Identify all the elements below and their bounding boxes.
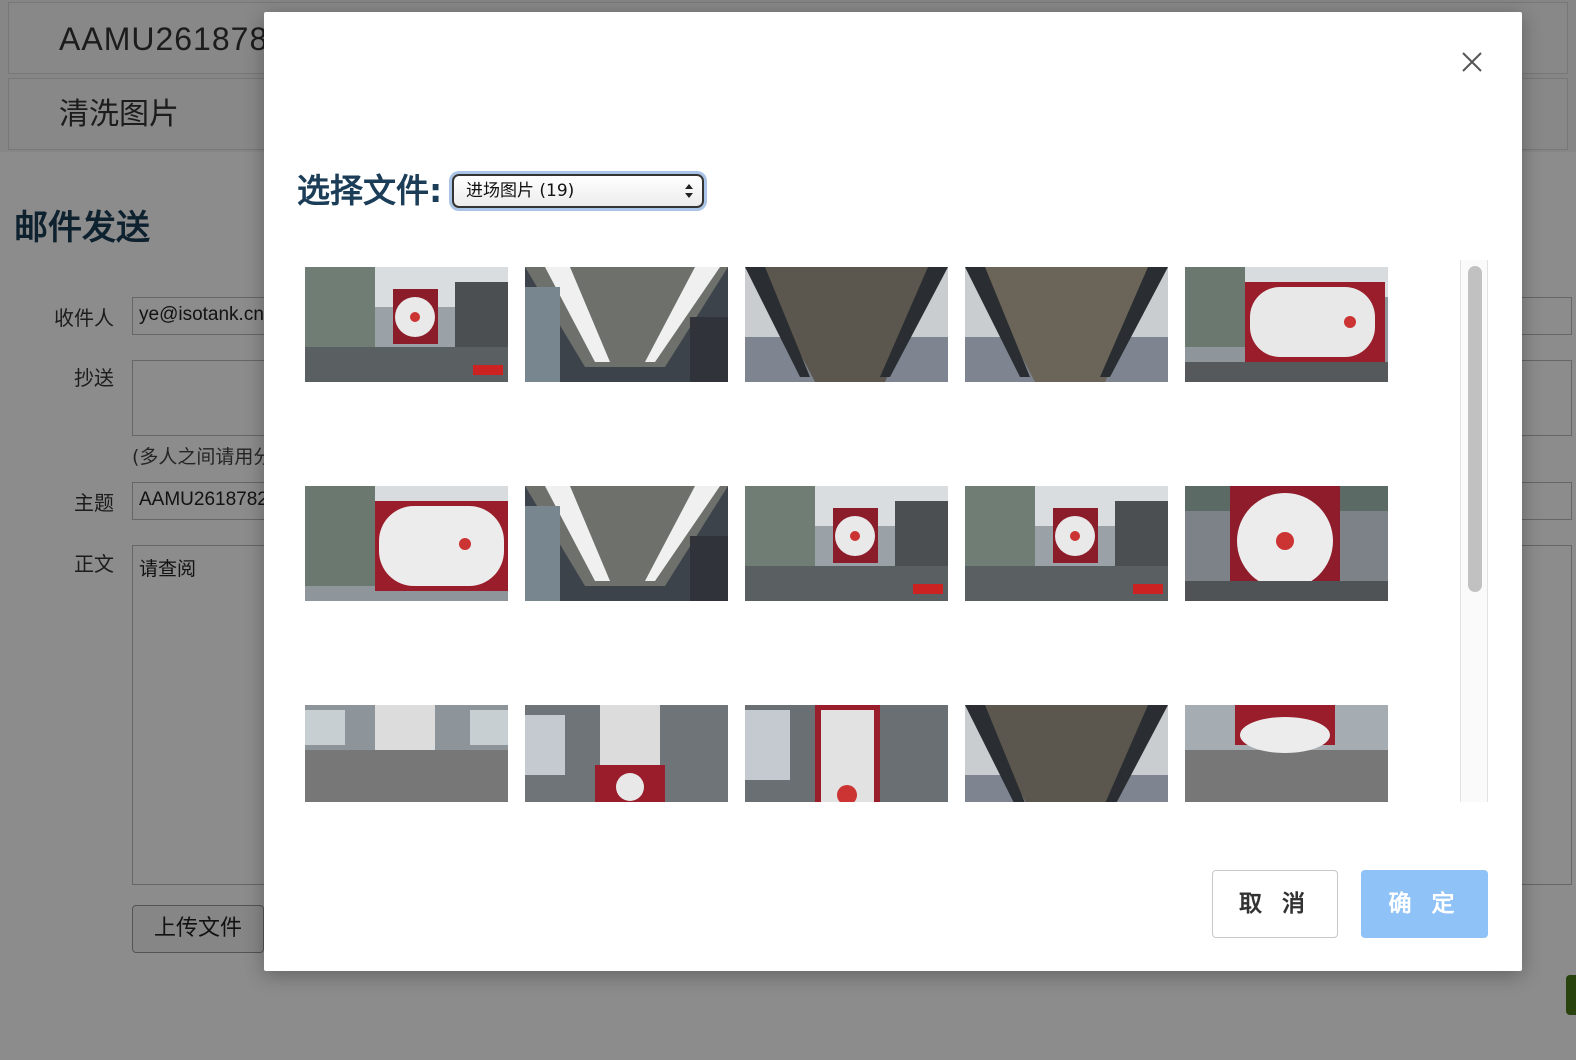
tank-rear-image	[745, 486, 948, 601]
underside-building-image	[965, 705, 1168, 802]
underside-image	[525, 267, 728, 382]
select-arrows-icon	[685, 184, 693, 198]
close-icon[interactable]	[1460, 50, 1484, 74]
photo-thumbnail-12[interactable]	[525, 705, 728, 802]
photo-thumbnail-4[interactable]	[965, 267, 1168, 382]
tank-end-partial-image	[1185, 705, 1388, 802]
cancel-button[interactable]: 取 消	[1212, 870, 1338, 938]
select-file-dialog: 选择文件: 进场图片 (19) 取 消 确 定	[264, 12, 1522, 971]
top-view-red-image	[745, 705, 948, 802]
photo-thumbnail-5[interactable]	[1185, 267, 1388, 382]
tank-rear-image	[965, 486, 1168, 601]
gallery-scrollbar[interactable]	[1460, 260, 1488, 802]
file-type-select-value: 进场图片 (19)	[466, 181, 575, 201]
file-type-select[interactable]: 进场图片 (19)	[452, 174, 704, 208]
confirm-button[interactable]: 确 定	[1361, 870, 1488, 938]
photo-thumbnail-3[interactable]	[745, 267, 948, 382]
tank-side-image	[1185, 267, 1388, 382]
photo-thumbnail-10[interactable]	[1185, 486, 1388, 601]
select-file-label: 选择文件:	[297, 171, 443, 210]
thumbnail-gallery[interactable]	[305, 267, 1490, 802]
tank-rear-image	[305, 267, 508, 382]
top-view-image	[305, 705, 508, 802]
photo-thumbnail-15[interactable]	[1185, 705, 1388, 802]
photo-thumbnail-9[interactable]	[965, 486, 1168, 601]
tank-side-image	[305, 486, 508, 601]
underside-building-image	[965, 267, 1168, 382]
top-view-image	[525, 705, 728, 802]
photo-thumbnail-11[interactable]	[305, 705, 508, 802]
photo-thumbnail-7[interactable]	[525, 486, 728, 601]
tank-end-closeup-image	[1185, 486, 1388, 601]
photo-thumbnail-13[interactable]	[745, 705, 948, 802]
photo-thumbnail-8[interactable]	[745, 486, 948, 601]
photo-thumbnail-2[interactable]	[525, 267, 728, 382]
photo-thumbnail-14[interactable]	[965, 705, 1168, 802]
photo-thumbnail-1[interactable]	[305, 267, 508, 382]
underside-image	[525, 486, 728, 601]
gallery-scrollbar-thumb[interactable]	[1468, 266, 1482, 592]
underside-building-image	[745, 267, 948, 382]
photo-thumbnail-6[interactable]	[305, 486, 508, 601]
